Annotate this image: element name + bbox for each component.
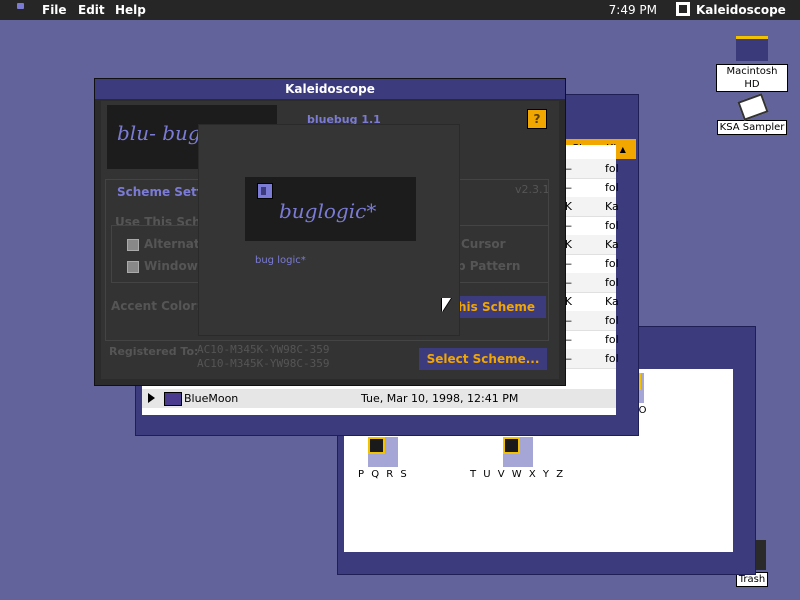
- row-kind: Ka: [605, 295, 619, 308]
- row-kind: fol: [605, 314, 619, 327]
- desktop-icon-label: KSA Sampler: [716, 120, 788, 135]
- desktop-icon-ksa-sampler[interactable]: KSA Sampler: [716, 92, 788, 135]
- folder-icon-label: T U V W X Y Z: [470, 469, 566, 480]
- scheme-preview-text: buglogic*: [279, 199, 377, 223]
- menubar: File Edit Help 7:49 PM Kaleidoscope: [0, 0, 800, 20]
- apple-menu-icon[interactable]: [17, 3, 24, 9]
- menu-help[interactable]: Help: [115, 3, 146, 17]
- menu-edit[interactable]: Edit: [78, 3, 105, 17]
- registered-to-label: Registered To:: [109, 345, 199, 358]
- folder-icon: [502, 437, 533, 467]
- sort-direction-icon: ▲: [619, 145, 626, 154]
- menu-file[interactable]: File: [42, 3, 67, 17]
- row-kind: Ka: [605, 200, 619, 213]
- row-kind: fol: [605, 352, 619, 365]
- window-title[interactable]: Kaleidoscope: [95, 79, 565, 99]
- use-this-scheme-button[interactable]: his Scheme: [446, 296, 546, 318]
- mouse-pointer-icon: [442, 298, 451, 312]
- windows-checkbox[interactable]: WindowS: [127, 259, 206, 273]
- row-kind: fol: [605, 181, 619, 194]
- folder-icon: [368, 437, 399, 467]
- list-item-bluemoon[interactable]: BlueMoon Tue, Mar 10, 1998, 12:41 PM: [142, 389, 616, 408]
- row-kind: Ka: [605, 238, 619, 251]
- scheme-preview-image: buglogic*: [245, 177, 416, 241]
- alternate-label: Alternat: [144, 237, 200, 251]
- row-kind: fol: [605, 219, 619, 232]
- checkbox-icon: [127, 238, 139, 251]
- desktop-icon-macintosh-hd[interactable]: Macintosh HD: [716, 36, 788, 92]
- scheme-settings-heading: Scheme Setti: [115, 185, 209, 199]
- alternate-checkbox[interactable]: Alternat: [127, 237, 200, 251]
- menubar-clock[interactable]: 7:49 PM: [609, 3, 657, 17]
- registration-code-1: AC10-M345K-YW98C-359: [197, 343, 330, 356]
- help-button[interactable]: ?: [527, 109, 547, 129]
- folder-icon: [164, 392, 182, 406]
- scheme-icon: [257, 183, 273, 199]
- folder-icon-item[interactable]: T U V W X Y Z: [470, 437, 565, 480]
- checkbox-icon: [127, 260, 139, 273]
- document-icon: [737, 92, 767, 116]
- cursor-option-label[interactable]: Cursor: [461, 237, 506, 251]
- disclosure-triangle-icon[interactable]: [148, 393, 155, 403]
- row-kind: fol: [605, 257, 619, 270]
- scheme-preview-panel[interactable]: buglogic* bug logic*: [198, 124, 460, 336]
- folder-icon-label: P Q R S: [358, 469, 409, 480]
- scheme-logo-text: blu- bug: [117, 121, 201, 145]
- scheme-preview-caption: bug logic*: [255, 255, 306, 266]
- list-item-name: BlueMoon: [184, 392, 239, 405]
- application-menu-label[interactable]: Kaleidoscope: [696, 3, 786, 17]
- registration-code-2: AC10-M345K-YW98C-359: [197, 357, 330, 370]
- select-scheme-button[interactable]: Select Scheme...: [419, 348, 547, 370]
- desktop-icon-label: Macintosh HD: [716, 64, 788, 92]
- row-kind: fol: [605, 276, 619, 289]
- accent-color-label: Accent Color:: [111, 299, 202, 313]
- row-kind: fol: [605, 162, 619, 175]
- row-kind: fol: [605, 333, 619, 346]
- list-item-date: Tue, Mar 10, 1998, 12:41 PM: [361, 392, 519, 405]
- pattern-option-label[interactable]: p Pattern: [457, 259, 520, 273]
- hard-disk-icon: [736, 36, 768, 61]
- application-menu-icon[interactable]: [676, 2, 690, 16]
- folder-icon-item[interactable]: P Q R S: [358, 437, 409, 480]
